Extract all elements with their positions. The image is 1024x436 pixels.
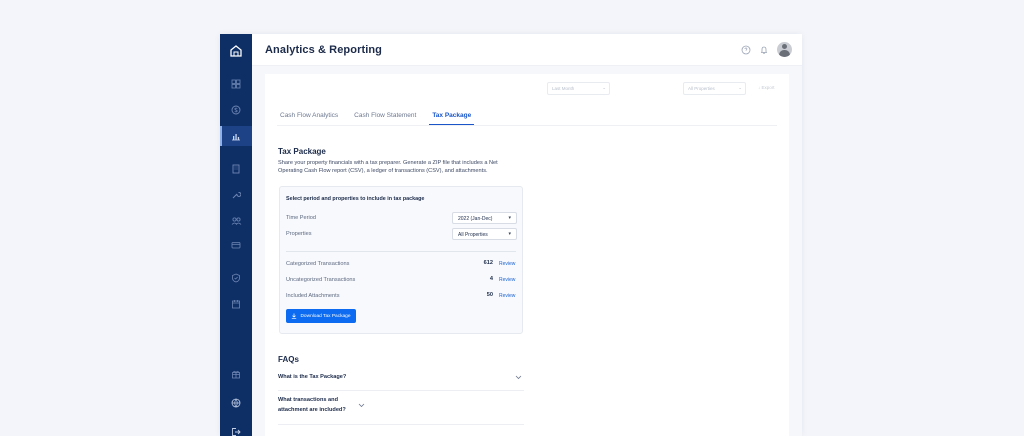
stat-count-categorized: 612	[483, 260, 493, 266]
bar-chart-icon	[232, 134, 240, 141]
sidebar-item-logout[interactable]	[220, 422, 252, 436]
home-logo-icon[interactable]	[226, 41, 246, 61]
properties-select[interactable]: All Properties ▾	[452, 228, 517, 240]
report-tabs: Cash Flow Analytics Cash Flow Statement …	[277, 111, 475, 125]
sidebar-item-language[interactable]	[220, 393, 252, 413]
calendar-icon	[232, 300, 240, 309]
period-select[interactable]: Last Month ⌄	[547, 82, 610, 95]
faq-title: FAQs	[278, 355, 299, 364]
page-title: Analytics & Reporting	[265, 43, 383, 56]
tab-cash-flow-statement[interactable]: Cash Flow Statement	[351, 111, 419, 125]
caret-down-icon: ▾	[508, 215, 511, 221]
app-window: Analytics & Reporting Last Month ⌄ All Pr…	[220, 34, 802, 436]
section-title: Tax Package	[278, 147, 326, 156]
logout-icon	[232, 428, 241, 436]
download-tax-package-button[interactable]: Download Tax Package	[286, 309, 356, 323]
sidebar-item-rewards[interactable]	[220, 364, 252, 384]
section-description: Share your property financials with a ta…	[278, 160, 498, 174]
bell-icon[interactable]	[759, 45, 769, 55]
wrench-icon	[232, 191, 241, 199]
sidebar-item-calendar[interactable]	[220, 294, 252, 314]
download-icon: ↓	[758, 85, 761, 90]
people-icon	[231, 217, 241, 225]
chevron-down-icon[interactable]	[515, 375, 522, 380]
properties-label: Properties	[286, 231, 312, 237]
tab-tax-package[interactable]: Tax Package	[429, 111, 475, 125]
globe-icon	[231, 398, 241, 408]
building-icon	[232, 164, 240, 174]
time-period-label: Time Period	[286, 215, 316, 221]
stat-count-uncategorized: 4	[489, 276, 493, 282]
time-period-select[interactable]: 2022 (Jan-Dec) ▾	[452, 212, 517, 224]
card-heading: Select period and properties to include …	[286, 196, 425, 202]
sidebar-item-insurance[interactable]	[220, 268, 252, 288]
top-header: Analytics & Reporting	[252, 34, 802, 66]
review-attachments-link[interactable]: Review	[499, 293, 515, 299]
credit-card-icon	[231, 242, 241, 249]
stat-label-categorized: Categorized Transactions	[286, 261, 350, 267]
gift-icon	[232, 370, 240, 379]
faq-divider	[278, 424, 524, 425]
export-button[interactable]: ↓ Export	[758, 85, 775, 90]
faq-question-2[interactable]: What transactions and attachment are inc…	[278, 396, 348, 415]
review-uncategorized-link[interactable]: Review	[499, 277, 515, 283]
report-panel: Last Month ⌄ All Properties ⌄ ↓ Export Cas…	[265, 74, 789, 436]
main-content: Last Month ⌄ All Properties ⌄ ↓ Export Cas…	[252, 66, 802, 436]
review-categorized-link[interactable]: Review	[499, 261, 515, 267]
sidebar-item-maintenance[interactable]	[220, 185, 252, 205]
sidebar-item-dashboard[interactable]	[220, 74, 252, 94]
caret-down-icon: ▾	[508, 231, 511, 237]
tabs-divider	[277, 125, 777, 126]
shield-icon	[232, 273, 240, 283]
sidebar-item-payments[interactable]	[220, 100, 252, 120]
chevron-down-icon: ⌄	[602, 85, 606, 90]
sidebar-item-properties[interactable]	[220, 159, 252, 179]
dollar-circle-icon	[231, 105, 241, 115]
tax-package-card: Select period and properties to include …	[279, 186, 523, 334]
stat-label-attachments: Included Attachments	[286, 293, 340, 299]
sidebar-item-analytics[interactable]	[220, 126, 252, 146]
report-toolbar: Last Month ⌄ All Properties ⌄ ↓ Export	[265, 74, 789, 104]
stat-label-uncategorized: Uncategorized Transactions	[286, 277, 356, 283]
sidebar	[220, 34, 252, 436]
chevron-down-icon[interactable]	[358, 403, 365, 408]
properties-filter[interactable]: All Properties ⌄	[683, 82, 746, 95]
stat-count-attachments: 50	[486, 292, 493, 298]
chevron-down-icon: ⌄	[738, 85, 742, 90]
download-icon	[292, 313, 297, 319]
faq-divider	[278, 390, 524, 391]
avatar[interactable]	[777, 42, 792, 57]
help-icon[interactable]	[741, 45, 751, 55]
faq-question-1[interactable]: What is the Tax Package?	[278, 373, 346, 383]
sidebar-item-tenants[interactable]	[220, 211, 252, 231]
tab-cash-flow-analytics[interactable]: Cash Flow Analytics	[277, 111, 341, 125]
grid-icon	[231, 79, 241, 89]
sidebar-item-banking[interactable]	[220, 235, 252, 255]
card-divider	[286, 251, 516, 252]
